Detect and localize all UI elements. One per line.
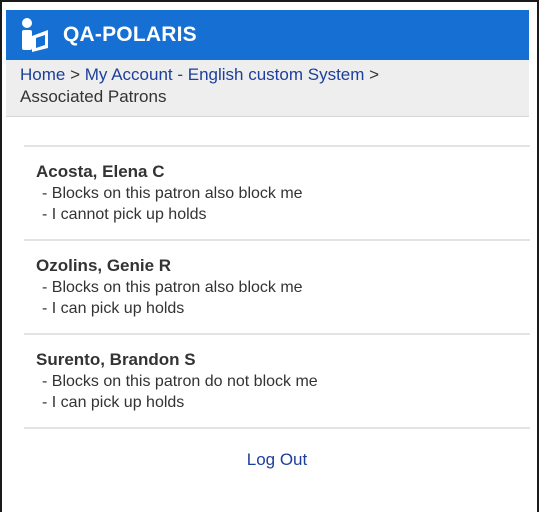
patron-block-status: - Blocks on this patron also block me — [42, 279, 303, 296]
breadcrumb-account-link[interactable]: My Account - English custom System — [85, 65, 365, 84]
breadcrumb-home-link[interactable]: Home — [20, 65, 65, 84]
patron-holds-status: - I cannot pick up holds — [42, 206, 207, 223]
breadcrumb-separator: > — [369, 65, 380, 84]
list-item: Acosta, Elena C - Blocks on this patron … — [24, 147, 530, 241]
list-item: Surento, Brandon S - Blocks on this patr… — [24, 335, 530, 429]
breadcrumb-current: Associated Patrons — [20, 87, 167, 106]
patron-holds-status: - I can pick up holds — [42, 300, 185, 317]
breadcrumb-separator: > — [70, 65, 81, 84]
patron-name: Ozolins, Genie R — [36, 256, 172, 275]
list-item: Ozolins, Genie R - Blocks on this patron… — [24, 241, 530, 335]
library-patron-icon — [22, 18, 48, 52]
associated-patrons-list: Acosta, Elena C - Blocks on this patron … — [24, 145, 530, 429]
patron-block-status: - Blocks on this patron do not block me — [42, 373, 318, 390]
logout-link[interactable]: Log Out — [24, 450, 530, 470]
app-title: QA-POLARIS — [63, 23, 197, 46]
patron-name: Acosta, Elena C — [36, 162, 165, 181]
breadcrumb: Home > My Account - English custom Syste… — [6, 60, 529, 117]
app-header: QA-POLARIS — [6, 10, 529, 60]
patron-block-status: - Blocks on this patron also block me — [42, 185, 303, 202]
patron-name: Surento, Brandon S — [36, 350, 196, 369]
patron-holds-status: - I can pick up holds — [42, 394, 185, 411]
